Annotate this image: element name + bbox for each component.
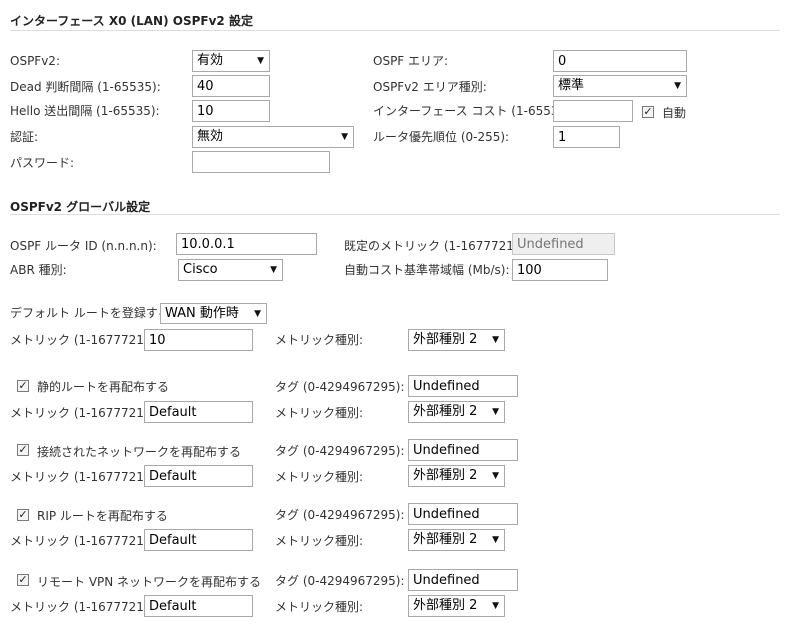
default-metric-label: 既定のメトリック (1-16777214):	[344, 239, 531, 253]
metric-type-label: メトリック種別:	[275, 406, 364, 420]
ospf-area-label: OSPF エリア:	[373, 54, 449, 68]
tag-label: タグ (0-4294967295):	[275, 508, 405, 522]
password-label: パスワード:	[10, 156, 75, 170]
redistribute-static-label: 静的ルートを再配布する	[37, 380, 170, 394]
static-metric-input[interactable]	[144, 401, 253, 423]
rip-metric-input[interactable]	[144, 529, 253, 551]
abr-type-label: ABR 種別:	[10, 263, 67, 277]
interface-cost-label: インターフェース コスト (1-65535):	[373, 104, 575, 118]
static-metric-type-value: 外部種別 2	[413, 404, 478, 419]
default-metric-input[interactable]	[512, 233, 615, 255]
redistribute-static-checkbox[interactable]: ✓	[17, 380, 29, 392]
metric-label: メトリック (1-16777214):	[10, 406, 161, 420]
rip-metric-type-value: 外部種別 2	[413, 532, 478, 547]
chevron-down-icon: ▼	[492, 407, 499, 417]
redistribute-connected-checkbox[interactable]: ✓	[17, 444, 29, 456]
auth-select-value: 無効	[197, 129, 224, 144]
router-priority-label: ルータ優先順位 (0-255):	[373, 130, 510, 144]
rip-tag-input[interactable]	[408, 503, 518, 525]
default-route-select[interactable]: WAN 動作時 ▼	[160, 303, 267, 324]
auto-cost-checkbox[interactable]: ✓	[642, 106, 654, 118]
area-type-label: OSPFv2 エリア種別:	[373, 80, 487, 94]
chevron-down-icon: ▼	[257, 56, 264, 66]
vpn-metric-type-select[interactable]: 外部種別 2 ▼	[408, 595, 505, 617]
metric-type-label: メトリック種別:	[275, 470, 364, 484]
bandwidth-input[interactable]	[512, 259, 608, 281]
tag-label: タグ (0-4294967295):	[275, 380, 405, 394]
connected-metric-input[interactable]	[144, 465, 253, 487]
metric-type-select[interactable]: 外部種別 2 ▼	[408, 329, 505, 351]
chevron-down-icon: ▼	[492, 535, 499, 545]
hello-interval-input[interactable]	[192, 100, 270, 122]
hello-interval-label: Hello 送出間隔 (1-65535):	[10, 104, 160, 118]
section-divider	[10, 30, 780, 31]
connected-metric-type-value: 外部種別 2	[413, 468, 478, 483]
connected-metric-type-select[interactable]: 外部種別 2 ▼	[408, 465, 505, 487]
chevron-down-icon: ▼	[270, 265, 277, 275]
metric-type-select-value: 外部種別 2	[413, 332, 478, 347]
metric-input[interactable]	[144, 329, 253, 351]
chevron-down-icon: ▼	[341, 132, 348, 142]
router-id-label: OSPF ルータ ID (n.n.n.n):	[10, 239, 157, 253]
vpn-metric-input[interactable]	[144, 595, 253, 617]
auth-label: 認証:	[10, 130, 39, 144]
vpn-metric-type-value: 外部種別 2	[413, 598, 478, 613]
chevron-down-icon: ▼	[674, 81, 681, 91]
metric-label: メトリック (1-16777214):	[10, 600, 161, 614]
tag-label: タグ (0-4294967295):	[275, 444, 405, 458]
router-priority-input[interactable]	[553, 126, 620, 148]
static-tag-input[interactable]	[408, 375, 518, 397]
metric-label: メトリック (1-16777214):	[10, 534, 161, 548]
password-input[interactable]	[192, 151, 330, 173]
metric-label: メトリック (1-16777214):	[10, 333, 161, 347]
bandwidth-label: 自動コスト基準帯域幅 (Mb/s):	[344, 263, 510, 277]
interface-ospf-settings-title: インターフェース X0 (LAN) OSPFv2 設定	[10, 14, 253, 28]
dead-interval-input[interactable]	[192, 75, 270, 97]
redistribute-vpn-label: リモート VPN ネットワークを再配布する	[37, 575, 262, 589]
chevron-down-icon: ▼	[492, 601, 499, 611]
connected-tag-input[interactable]	[408, 439, 518, 461]
auto-cost-label: 自動	[662, 106, 687, 120]
auth-select[interactable]: 無効 ▼	[192, 126, 354, 148]
default-route-select-value: WAN 動作時	[165, 306, 239, 321]
metric-type-label: メトリック種別:	[275, 600, 364, 614]
ospfv2-label: OSPFv2:	[10, 54, 60, 68]
area-type-select[interactable]: 標準 ▼	[553, 75, 687, 97]
redistribute-vpn-checkbox[interactable]: ✓	[17, 574, 29, 586]
abr-type-select[interactable]: Cisco ▼	[178, 259, 283, 281]
router-id-input[interactable]	[176, 233, 317, 255]
ospfv2-select-value: 有効	[197, 53, 224, 68]
abr-type-select-value: Cisco	[183, 262, 218, 277]
interface-cost-input[interactable]	[553, 100, 633, 122]
dead-interval-label: Dead 判断間隔 (1-65535):	[10, 80, 161, 94]
ospf-global-settings-title: OSPFv2 グローバル設定	[10, 200, 151, 214]
chevron-down-icon: ▼	[492, 471, 499, 481]
redistribute-connected-label: 接続されたネットワークを再配布する	[37, 445, 242, 459]
metric-type-label: メトリック種別:	[275, 333, 364, 347]
tag-label: タグ (0-4294967295):	[275, 574, 405, 588]
metric-label: メトリック (1-16777214):	[10, 470, 161, 484]
ospf-area-input[interactable]	[553, 50, 687, 72]
redistribute-rip-checkbox[interactable]: ✓	[17, 509, 29, 521]
chevron-down-icon: ▼	[254, 309, 261, 319]
redistribute-rip-label: RIP ルートを再配布する	[37, 509, 168, 523]
area-type-select-value: 標準	[558, 78, 585, 93]
ospfv2-select[interactable]: 有効 ▼	[192, 50, 270, 72]
rip-metric-type-select[interactable]: 外部種別 2 ▼	[408, 529, 505, 551]
vpn-tag-input[interactable]	[408, 569, 518, 591]
metric-type-label: メトリック種別:	[275, 534, 364, 548]
default-route-label: デフォルト ルートを登録する:	[10, 306, 174, 320]
chevron-down-icon: ▼	[492, 335, 499, 345]
section-divider	[10, 214, 780, 215]
static-metric-type-select[interactable]: 外部種別 2 ▼	[408, 401, 505, 423]
